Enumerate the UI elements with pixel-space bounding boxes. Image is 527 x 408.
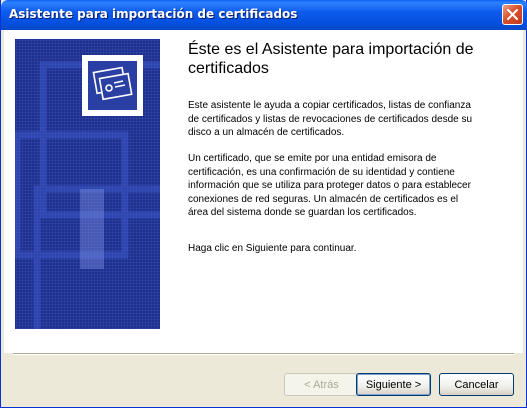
continue-instruction: Haga clic en Siguiente para continuar.: [188, 243, 357, 254]
wizard-footer: < Atrás Siguiente > Cancelar: [4, 353, 523, 404]
banner-dot-lines: [80, 189, 104, 269]
certificate-icon: [82, 55, 143, 116]
close-icon: [507, 9, 518, 20]
wizard-side-banner: [15, 39, 160, 329]
close-button[interactable]: [502, 4, 523, 25]
wizard-heading: Éste es el Asistente para importación de…: [188, 41, 474, 77]
window-title: Asistente para importación de certificad…: [9, 7, 298, 21]
wizard-window: Asistente para importación de certificad…: [0, 0, 527, 408]
footer-separator: [13, 353, 514, 355]
intro-paragraph: Este asistente le ayuda a copiar certifi…: [188, 100, 473, 138]
title-bar[interactable]: Asistente para importación de certificad…: [1, 0, 527, 30]
wizard-content: Éste es el Asistente para importación de…: [4, 30, 523, 404]
next-button[interactable]: Siguiente >: [356, 373, 431, 396]
back-button[interactable]: < Atrás: [284, 373, 359, 396]
certificate-paragraph: Un certificado, que se emite por una ent…: [188, 153, 471, 218]
cancel-button[interactable]: Cancelar: [439, 373, 514, 396]
